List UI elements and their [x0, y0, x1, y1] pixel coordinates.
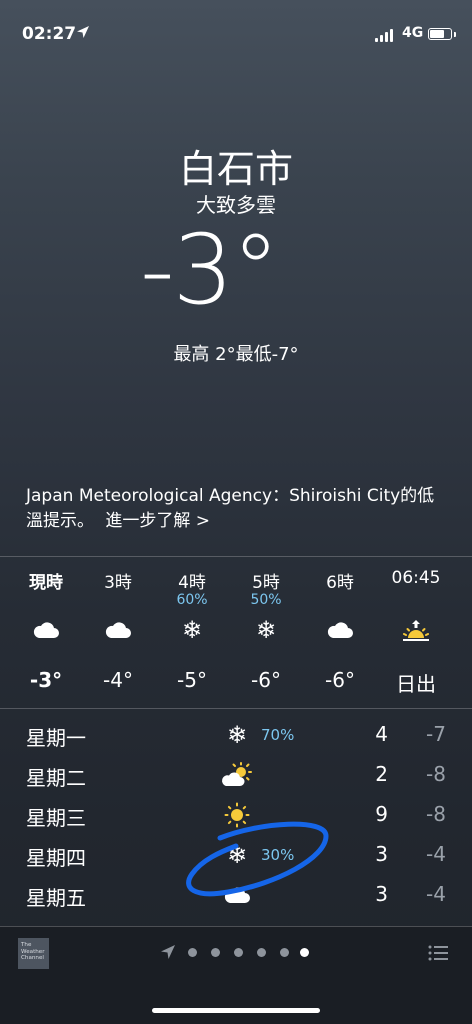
- hour-item: 6時 -6°: [302, 568, 378, 692]
- hour-label: 4時: [178, 573, 206, 593]
- hour-label: 06:45: [391, 568, 441, 588]
- hour-temp: -6°: [251, 668, 281, 692]
- weather-alert[interactable]: Japan Meteorological Agency：Shiroishi Ci…: [26, 484, 436, 534]
- hour-label: 5時: [252, 573, 280, 593]
- day-low: -8: [426, 762, 446, 786]
- battery-icon: [428, 28, 452, 40]
- hour-temp: -4°: [103, 668, 133, 692]
- page-dot[interactable]: [188, 948, 197, 957]
- day-high: 2: [375, 762, 388, 786]
- network-type: 4G: [402, 25, 424, 41]
- hour-label: 6時: [326, 573, 354, 593]
- cloud-icon: [80, 610, 156, 650]
- day-high: 3: [375, 842, 388, 866]
- hour-label: 3時: [104, 573, 132, 593]
- location-arrow-icon: [77, 26, 89, 38]
- hour-temp: 日出: [396, 672, 436, 696]
- hour-item: 4時 60% ❄ -5°: [154, 568, 230, 692]
- divider: [0, 708, 472, 709]
- learn-more-link[interactable]: 進一步了解 >: [105, 511, 210, 531]
- day-name: 星期四: [26, 846, 86, 870]
- snowflake-icon: ❄: [181, 616, 203, 644]
- page-dot[interactable]: [280, 948, 289, 957]
- home-indicator[interactable]: [152, 1008, 320, 1013]
- day-high: 4: [375, 722, 388, 746]
- hour-precip: 60%: [176, 592, 208, 608]
- day-precip: 70%: [261, 726, 295, 744]
- hour-item: 5時 50% ❄ -6°: [228, 568, 304, 692]
- partly-cloudy-icon: [220, 760, 254, 790]
- location-arrow-icon[interactable]: [160, 944, 176, 960]
- day-row: 星期二 2 -8: [0, 756, 472, 796]
- snowflake-icon: ❄: [226, 721, 248, 749]
- divider: [0, 556, 472, 557]
- snowflake-icon: ❄: [255, 616, 277, 644]
- day-name: 星期五: [26, 886, 86, 910]
- signal-icon: [375, 28, 397, 42]
- weather-channel-logo[interactable]: The Weather Channel: [18, 938, 49, 969]
- high-low: 最高 2°最低-7°: [173, 344, 299, 365]
- annotation-circle: [186, 821, 329, 897]
- status-time: 02:27: [22, 24, 77, 44]
- divider: [0, 926, 472, 927]
- hour-precip: [8, 592, 84, 610]
- list-icon[interactable]: [428, 945, 448, 961]
- current-temperature: -3°: [140, 214, 280, 326]
- day-row: 星期一 ❄ 70% 4 -7: [0, 716, 472, 756]
- cloud-icon: [8, 610, 84, 650]
- day-low: -4: [426, 882, 446, 906]
- hour-precip: [378, 592, 454, 610]
- day-name: 星期一: [26, 726, 86, 750]
- day-high: 3: [375, 882, 388, 906]
- day-name: 星期三: [26, 806, 86, 830]
- sunrise-icon: [378, 610, 454, 650]
- hour-precip: 50%: [250, 592, 282, 608]
- hour-item: 06:45 日出: [378, 568, 454, 697]
- day-low: -4: [426, 842, 446, 866]
- alert-text: Japan Meteorological Agency：Shiroishi Ci…: [26, 486, 435, 531]
- hour-temp: -5°: [177, 668, 207, 692]
- day-low: -8: [426, 802, 446, 826]
- page-dot[interactable]: [211, 948, 220, 957]
- cloud-icon: [302, 610, 378, 650]
- hour-label: 現時: [29, 573, 63, 593]
- day-low: -7: [426, 722, 446, 746]
- hour-temp: -3°: [29, 668, 63, 692]
- hour-precip: [80, 592, 156, 610]
- hour-item: 3時 -4°: [80, 568, 156, 692]
- hour-item: 現時 -3°: [8, 568, 84, 692]
- page-dot-active[interactable]: [300, 948, 309, 957]
- day-name: 星期二: [26, 766, 86, 790]
- hour-precip: [302, 592, 378, 610]
- page-dot[interactable]: [257, 948, 266, 957]
- day-high: 9: [375, 802, 388, 826]
- city-name: 白石市: [178, 147, 293, 191]
- page-dot[interactable]: [234, 948, 243, 957]
- hour-temp: -6°: [325, 668, 355, 692]
